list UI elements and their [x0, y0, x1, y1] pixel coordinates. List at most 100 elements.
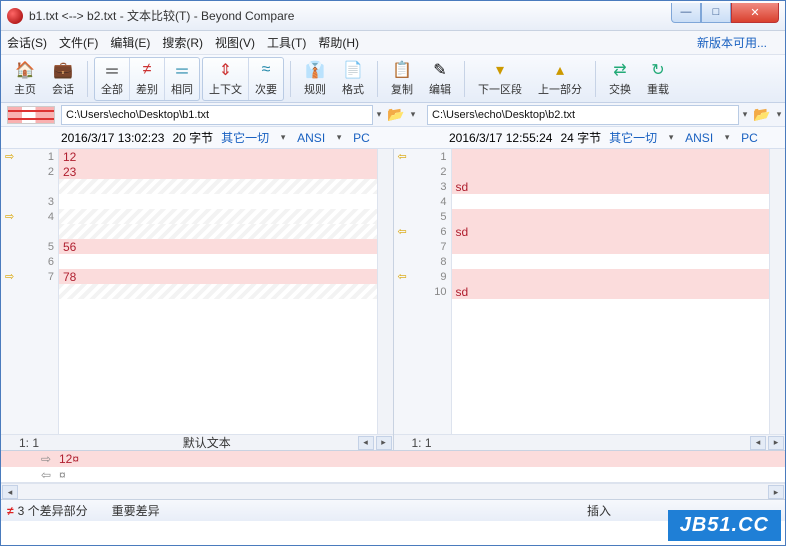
session-button[interactable]: 💼会话	[45, 58, 81, 100]
titlebar: b1.txt <--> b2.txt - 文本比较(T) - Beyond Co…	[1, 1, 785, 31]
swap-icon: ⇄	[610, 60, 630, 80]
menubar: 会话(S) 文件(F) 编辑(E) 搜索(R) 视图(V) 工具(T) 帮助(H…	[1, 31, 785, 55]
scroll-right-icon[interactable]: ▸	[768, 485, 784, 499]
right-date: 2016/3/17 12:55:24	[449, 131, 552, 145]
right-statusline: 1: 1 ◂ ▸	[394, 434, 786, 450]
all-button[interactable]: ＝全部	[95, 58, 130, 100]
right-encoding-link[interactable]: ANSI	[685, 131, 713, 145]
left-pane: ⇨123⇨456⇨7 12235678 1: 1 默认文本 ◂ ▸	[1, 149, 394, 450]
inline-diff: 12¤ ¤	[1, 451, 785, 483]
update-link[interactable]: 新版本可用...	[697, 34, 767, 51]
separator	[595, 61, 596, 97]
equals-icon: ＝	[102, 60, 122, 80]
right-size: 24 字节	[560, 129, 601, 146]
left-editor[interactable]: ⇨123⇨456⇨7 12235678	[1, 149, 393, 434]
home-button[interactable]: 🏠主页	[7, 58, 43, 100]
home-icon: 🏠	[15, 60, 35, 80]
scroll-track[interactable]	[19, 484, 767, 499]
next-section-button[interactable]: ▾下一区段	[471, 58, 529, 100]
scroll-left-icon[interactable]: ◂	[2, 485, 18, 499]
separator	[464, 61, 465, 97]
right-editor[interactable]: ⇦12345⇦678⇦910 sdsdsd	[394, 149, 786, 434]
scroll-right-icon[interactable]: ▸	[768, 436, 784, 450]
same-button[interactable]: ＝相同	[165, 58, 199, 100]
menu-view[interactable]: 视图(V)	[215, 34, 255, 51]
separator	[377, 61, 378, 97]
close-button[interactable]: ✕	[731, 3, 779, 23]
minor-button[interactable]: ≈次要	[249, 58, 283, 100]
left-statusline: 1: 1 默认文本 ◂ ▸	[1, 434, 393, 450]
context-button[interactable]: ⇕上下文	[203, 58, 249, 100]
chevron-down-icon[interactable]: ▾	[665, 132, 677, 143]
right-misc-link[interactable]: 其它一切	[609, 129, 657, 146]
vertical-scrollbar[interactable]	[377, 149, 393, 434]
chevron-down-icon[interactable]: ▾	[277, 132, 289, 143]
separator	[87, 61, 88, 97]
separator	[290, 61, 291, 97]
left-eol-link[interactable]: PC	[353, 131, 370, 145]
folder-open-icon[interactable]: 📂	[753, 106, 771, 124]
left-content[interactable]: 12235678	[59, 149, 393, 434]
minimize-button[interactable]: —	[671, 3, 701, 23]
menu-search[interactable]: 搜索(R)	[162, 34, 203, 51]
menu-file[interactable]: 文件(F)	[59, 34, 98, 51]
vertical-scrollbar[interactable]	[769, 149, 785, 434]
right-content[interactable]: sdsdsd	[452, 149, 786, 434]
chevron-down-icon[interactable]: ▾	[407, 109, 419, 120]
edit-button[interactable]: ✎编辑	[422, 58, 458, 100]
scroll-left-icon[interactable]: ◂	[358, 436, 374, 450]
bottom-scrollbar[interactable]: ◂ ▸	[1, 483, 785, 499]
reload-icon: ↻	[648, 60, 668, 80]
left-cursor-pos: 1: 1	[1, 436, 57, 450]
left-date: 2016/3/17 13:02:23	[61, 131, 164, 145]
copy-button[interactable]: 📋复制	[384, 58, 420, 100]
prev-section-button[interactable]: ▴上一部分	[531, 58, 589, 100]
info-row: 2016/3/17 13:02:23 20 字节 其它一切▾ ANSI▾ PC …	[1, 127, 785, 149]
folder-open-icon[interactable]: 📂	[387, 106, 405, 124]
left-encoding-link[interactable]: ANSI	[297, 131, 325, 145]
arrow-up-icon: ▴	[550, 60, 570, 80]
format-icon: 📄	[343, 60, 363, 80]
left-mode: 默认文本	[57, 434, 357, 451]
right-pane: ⇦12345⇦678⇦910 sdsdsd 1: 1 ◂ ▸	[394, 149, 786, 450]
thumbnail-overview[interactable]	[7, 106, 55, 124]
left-misc-link[interactable]: 其它一切	[221, 129, 269, 146]
filter-group: ＝全部 ≠差别 ＝相同	[94, 57, 200, 101]
watermark: JB51.CC	[668, 510, 781, 541]
left-size: 20 字节	[172, 129, 213, 146]
referee-icon: 👔	[305, 60, 325, 80]
rules-button[interactable]: 👔规则	[297, 58, 333, 100]
reload-button[interactable]: ↻重载	[640, 58, 676, 100]
menu-edit[interactable]: 编辑(E)	[110, 34, 150, 51]
notequal-icon: ≠	[7, 504, 14, 518]
scroll-left-icon[interactable]: ◂	[750, 436, 766, 450]
app-icon	[7, 8, 23, 24]
right-eol-link[interactable]: PC	[741, 131, 758, 145]
status-insert-mode: 插入	[587, 502, 611, 519]
right-gutter: ⇦12345⇦678⇦910	[394, 149, 452, 434]
maximize-button[interactable]: □	[701, 3, 731, 23]
menu-help[interactable]: 帮助(H)	[318, 34, 359, 51]
left-gutter: ⇨123⇨456⇨7	[1, 149, 59, 434]
chevron-down-icon[interactable]: ▾	[773, 109, 785, 120]
scroll-right-icon[interactable]: ▸	[376, 436, 392, 450]
chevron-down-icon[interactable]: ▾	[373, 109, 385, 120]
chevron-down-icon[interactable]: ▾	[721, 132, 733, 143]
chevron-down-icon[interactable]: ▾	[739, 109, 751, 120]
inline-left-line: 12¤	[1, 451, 785, 467]
diff-button[interactable]: ≠差别	[130, 58, 165, 100]
format-button[interactable]: 📄格式	[335, 58, 371, 100]
context-icon: ⇕	[216, 60, 236, 80]
menu-session[interactable]: 会话(S)	[7, 34, 47, 51]
briefcase-icon: 💼	[53, 60, 73, 80]
left-path-input[interactable]	[61, 105, 373, 125]
toolbar: 🏠主页 💼会话 ＝全部 ≠差别 ＝相同 ⇕上下文 ≈次要 👔规则 📄格式 📋复制…	[1, 55, 785, 103]
pencil-icon: ✎	[430, 60, 450, 80]
path-row: ▾ 📂 ▾ ▾ 📂 ▾	[1, 103, 785, 127]
swap-button[interactable]: ⇄交换	[602, 58, 638, 100]
chevron-down-icon[interactable]: ▾	[333, 132, 345, 143]
menu-tools[interactable]: 工具(T)	[267, 34, 306, 51]
right-path-input[interactable]	[427, 105, 739, 125]
arrow-down-icon: ▾	[490, 60, 510, 80]
status-major: 重要差异	[112, 502, 160, 519]
